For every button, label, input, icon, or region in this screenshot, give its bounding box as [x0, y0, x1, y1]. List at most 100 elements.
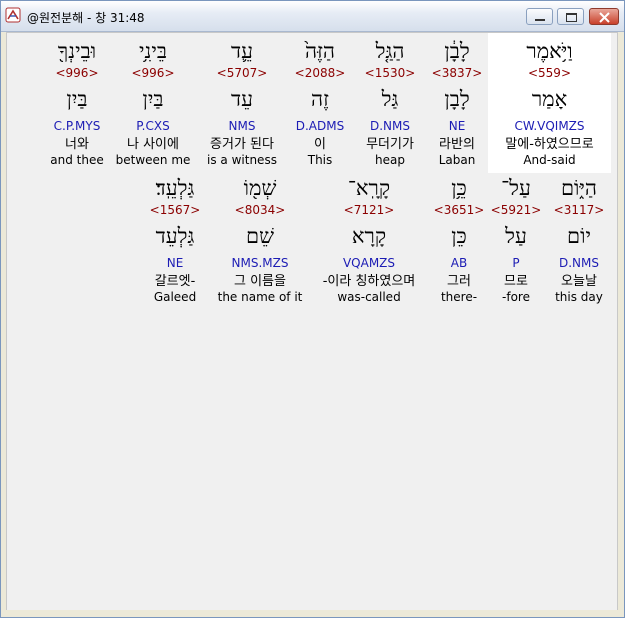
word-row2-6[interactable]: גַּלְעֵֽד׃ <1567> גַּלְעֵד NE 갈르엣- Galee…: [141, 175, 209, 304]
hebrew-word: קָרָֽא־: [347, 176, 391, 200]
word-row1-6[interactable]: בֵּינִ֥י <996> בַּיִן P.CXS 나 사이에 betwee…: [115, 33, 191, 167]
english-gloss: was-called: [337, 290, 401, 304]
window-bottom-border: [1, 610, 624, 617]
lexeme: בַּיִן: [66, 87, 88, 111]
hebrew-word: הַגַּ֤ל: [375, 39, 405, 63]
strong-number[interactable]: <1530>: [356, 66, 424, 80]
korean-gloss: 무더기가: [366, 137, 414, 152]
korean-gloss: 너와: [65, 137, 89, 152]
korean-gloss: -이라 칭하였으며: [322, 274, 416, 289]
korean-gloss: 그 이름을: [234, 274, 286, 289]
maximize-button[interactable]: [557, 8, 584, 25]
english-gloss: between me: [115, 153, 191, 167]
hebrew-word: וַיֹּ֥אמֶר: [526, 39, 573, 63]
word-row1-5[interactable]: עֵ֛ד <5707> עֵד NMS 증거가 된다 is a witness: [197, 33, 287, 167]
word-row2-5[interactable]: שְׁמ֖וֹ <8034> שֵׁם NMS.MZS 그 이름을 the na…: [215, 175, 305, 304]
korean-gloss: 라반의: [439, 137, 475, 152]
strong-number[interactable]: <996>: [43, 66, 111, 80]
strong-number[interactable]: <7121>: [306, 203, 432, 217]
word-row1-2[interactable]: לָבָ֔ן <3837> לָבָן NE 라반의 Laban: [423, 33, 491, 167]
strong-number[interactable]: <2088>: [286, 66, 354, 80]
lexeme: עַל: [505, 224, 527, 248]
hebrew-word: הַזֶּה֙: [304, 39, 335, 63]
morphology: NMS.MZS: [231, 256, 289, 270]
window-title: @원전분해 - 창 31:48: [27, 11, 145, 25]
lexeme: בַּיִן: [142, 87, 164, 111]
english-gloss: heap: [375, 153, 405, 167]
strong-number[interactable]: <3651>: [429, 203, 489, 217]
word-row2-3[interactable]: כֵּ֥ן <3651> כֵּן AB 그러 there-: [429, 175, 489, 304]
strong-number[interactable]: <8034>: [215, 203, 305, 217]
lexeme: שֵׁם: [246, 224, 274, 248]
korean-gloss: 나 사이에: [127, 137, 179, 152]
morphology: NE: [448, 119, 466, 133]
lexeme: לָבָן: [444, 87, 470, 111]
lexeme: יוֹם: [567, 224, 591, 248]
morphology: D.NMS: [558, 256, 599, 270]
morphology: VQAMZS: [342, 256, 396, 270]
word-row1-4[interactable]: הַזֶּה֙ <2088> זֶה D.ADMS 이 This: [286, 33, 354, 167]
korean-gloss: 그러: [447, 274, 471, 289]
hebrew-word: וּבֵינְךָ֖: [57, 39, 97, 63]
korean-gloss: 이: [314, 137, 326, 152]
english-gloss: this day: [555, 290, 603, 304]
word-row2-4[interactable]: קָרָֽא־ <7121> קָרָא VQAMZS -이라 칭하였으며 wa…: [306, 175, 432, 304]
lexeme: עֵד: [231, 87, 253, 111]
english-gloss: the name of it: [217, 290, 303, 304]
hebrew-word: גַּלְעֵֽד׃: [155, 176, 195, 200]
word-row2-2[interactable]: עַל־ <5921> עַל P 므로 -fore: [485, 175, 547, 304]
hebrew-word: הַיּ֑וֹם: [560, 176, 598, 200]
morphology: CW.VQIMZS: [514, 119, 585, 133]
english-gloss: This: [307, 153, 333, 167]
hebrew-word: לָבָ֔ן: [444, 39, 470, 63]
english-gloss: Galeed: [153, 290, 197, 304]
hebrew-word: בֵּינִ֥י: [139, 39, 167, 63]
word-row1-3[interactable]: הַגַּ֤ל <1530> גַּל D.NMS 무더기가 heap: [356, 33, 424, 167]
lexeme: גַּלְעֵד: [155, 224, 195, 248]
korean-gloss: 므로: [504, 274, 528, 289]
strong-number[interactable]: <559>: [488, 66, 611, 80]
lexeme: כֵּן: [451, 224, 467, 248]
lexeme: גַּל: [381, 87, 399, 111]
strong-number[interactable]: <5921>: [485, 203, 547, 217]
minimize-button[interactable]: [526, 8, 553, 25]
morphology: D.NMS: [369, 119, 410, 133]
english-gloss: and thee: [50, 153, 104, 167]
korean-gloss: 증거가 된다: [210, 137, 274, 152]
lexeme: אָמַר: [531, 87, 568, 111]
strong-number[interactable]: <1567>: [141, 203, 209, 217]
english-gloss: Laban: [438, 153, 476, 167]
strong-number[interactable]: <3837>: [423, 66, 491, 80]
word-row1-1[interactable]: וַיֹּ֥אמֶר <559> אָמַר CW.VQIMZS 말에-하였으므…: [488, 33, 611, 173]
morphology: NE: [166, 256, 184, 270]
strong-number[interactable]: <5707>: [197, 66, 287, 80]
morphology: C.P.MYS: [53, 119, 101, 133]
korean-gloss: 갈르엣-: [154, 274, 196, 289]
app-window: @원전분해 - 창 31:48 וַיֹּ֥אמֶר <559> אָמַר C…: [0, 0, 625, 618]
english-gloss: -fore: [502, 290, 530, 304]
strong-number[interactable]: <996>: [115, 66, 191, 80]
word-row1-7[interactable]: וּבֵינְךָ֖ <996> בַּיִן C.P.MYS 너와 and t…: [43, 33, 111, 167]
hebrew-word: עֵ֛ד: [231, 39, 253, 63]
morphology: P: [512, 256, 520, 270]
lexeme: קָרָא: [351, 224, 387, 248]
english-gloss: there-: [440, 290, 478, 304]
close-button[interactable]: [589, 8, 619, 25]
english-gloss: is a witness: [207, 153, 277, 167]
strong-number[interactable]: <3117>: [545, 203, 613, 217]
korean-gloss: 오늘날: [561, 274, 597, 289]
hebrew-word: כֵּ֥ן: [451, 176, 467, 200]
hebrew-word: עַל־: [501, 176, 531, 200]
morphology: D.ADMS: [295, 119, 345, 133]
app-icon: [5, 7, 21, 23]
hebrew-word: שְׁמ֖וֹ: [243, 176, 277, 200]
korean-gloss: 말에-하였으므로: [505, 137, 594, 152]
interlinear-panel: וַיֹּ֥אמֶר <559> אָמַר CW.VQIMZS 말에-하였으므…: [6, 32, 618, 612]
morphology: NMS: [228, 119, 256, 133]
title-bar[interactable]: @원전분해 - 창 31:48: [1, 1, 624, 32]
lexeme: זֶה: [311, 87, 329, 111]
morphology: P.CXS: [136, 119, 170, 133]
word-row2-1[interactable]: הַיּ֑וֹם <3117> יוֹם D.NMS 오늘날 this day: [545, 175, 613, 304]
morphology: AB: [450, 256, 468, 270]
english-gloss: And-said: [523, 153, 576, 167]
